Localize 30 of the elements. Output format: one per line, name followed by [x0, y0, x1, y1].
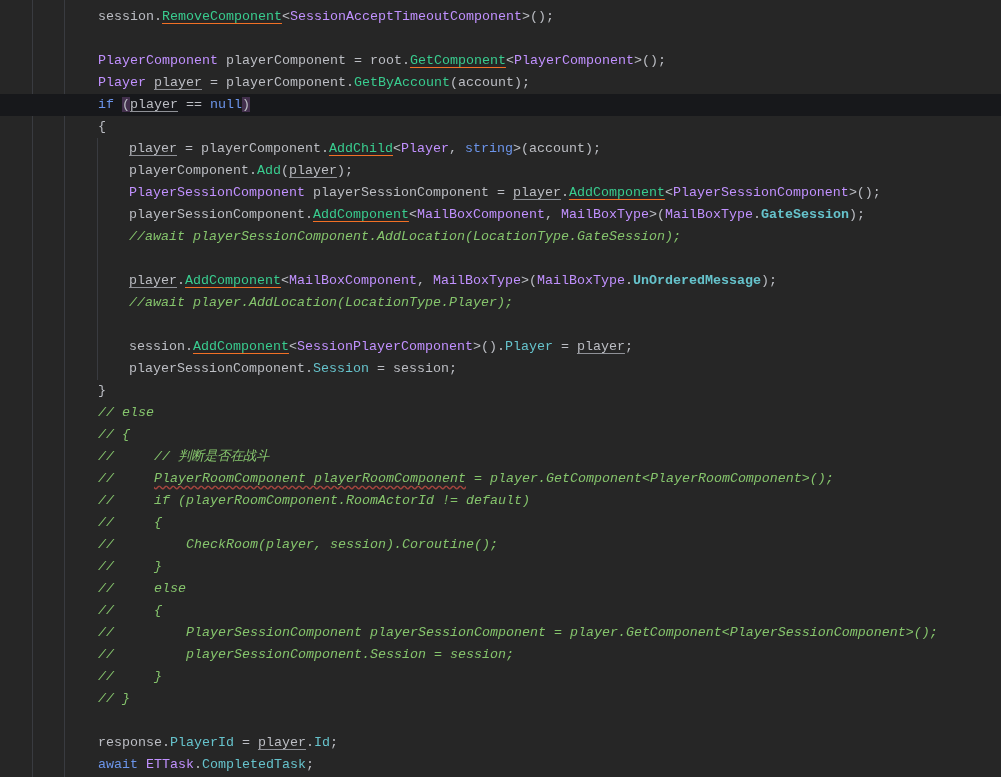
- code-comment: // playerSessionComponent.Session = session;: [97, 646, 515, 664]
- code-comment: // {: [97, 514, 163, 532]
- code-comment: // else: [97, 580, 187, 598]
- code-line: PlayerSessionComponent playerSessionComponent = player.AddComponent<PlayerSessionComponent>();: [128, 184, 882, 202]
- code-comment: // PlayerSessionComponent playerSessionComponent = player.GetComponent<PlayerSessionComponent>();: [97, 624, 939, 642]
- code-line: player = playerComponent.AddChild<Player, string>(account);: [128, 140, 602, 158]
- code-comment: // CheckRoom(player, session).Coroutine();: [97, 536, 499, 554]
- code-line: await ETTask.CompletedTask;: [97, 756, 315, 774]
- code-comment: //await playerSessionComponent.AddLocation(LocationType.GateSession);: [128, 228, 682, 246]
- code-line: playerComponent.Add(player);: [128, 162, 354, 180]
- code-line: {: [97, 118, 107, 136]
- code-line: Player player = playerComponent.GetByAccount(account);: [97, 74, 531, 92]
- code-comment: // }: [97, 558, 163, 576]
- code-line: playerSessionComponent.Session = session;: [128, 360, 458, 378]
- code-line: session.RemoveComponent<SessionAcceptTimeoutComponent>();: [97, 8, 555, 26]
- code-comment: // {: [97, 426, 131, 444]
- code-line: player.AddComponent<MailBoxComponent, MailBoxType>(MailBoxType.UnOrderedMessage);: [128, 272, 778, 290]
- code-comment: // if (playerRoomComponent.RoomActorId != default): [97, 492, 531, 510]
- code-line: }: [97, 382, 107, 400]
- code-line: PlayerComponent playerComponent = root.GetComponent<PlayerComponent>();: [97, 52, 667, 70]
- code-comment: // }: [97, 690, 131, 708]
- code-line: playerSessionComponent.AddComponent<MailBoxComponent, MailBoxType>(MailBoxType.GateSession);: [128, 206, 866, 224]
- code-comment: // PlayerRoomComponent playerRoomComponent = player.GetComponent<PlayerRoomComponent>();: [97, 470, 835, 488]
- code-comment: //await player.AddLocation(LocationType.Player);: [128, 294, 514, 312]
- code-comment: // // 判断是否在战斗: [97, 448, 271, 466]
- code-line: response.PlayerId = player.Id;: [97, 734, 339, 752]
- code-comment: // else: [97, 404, 155, 422]
- code-line: session.AddComponent<SessionPlayerComponent>().Player = player;: [128, 338, 634, 356]
- code-comment: // }: [97, 668, 163, 686]
- code-comment: // {: [97, 602, 163, 620]
